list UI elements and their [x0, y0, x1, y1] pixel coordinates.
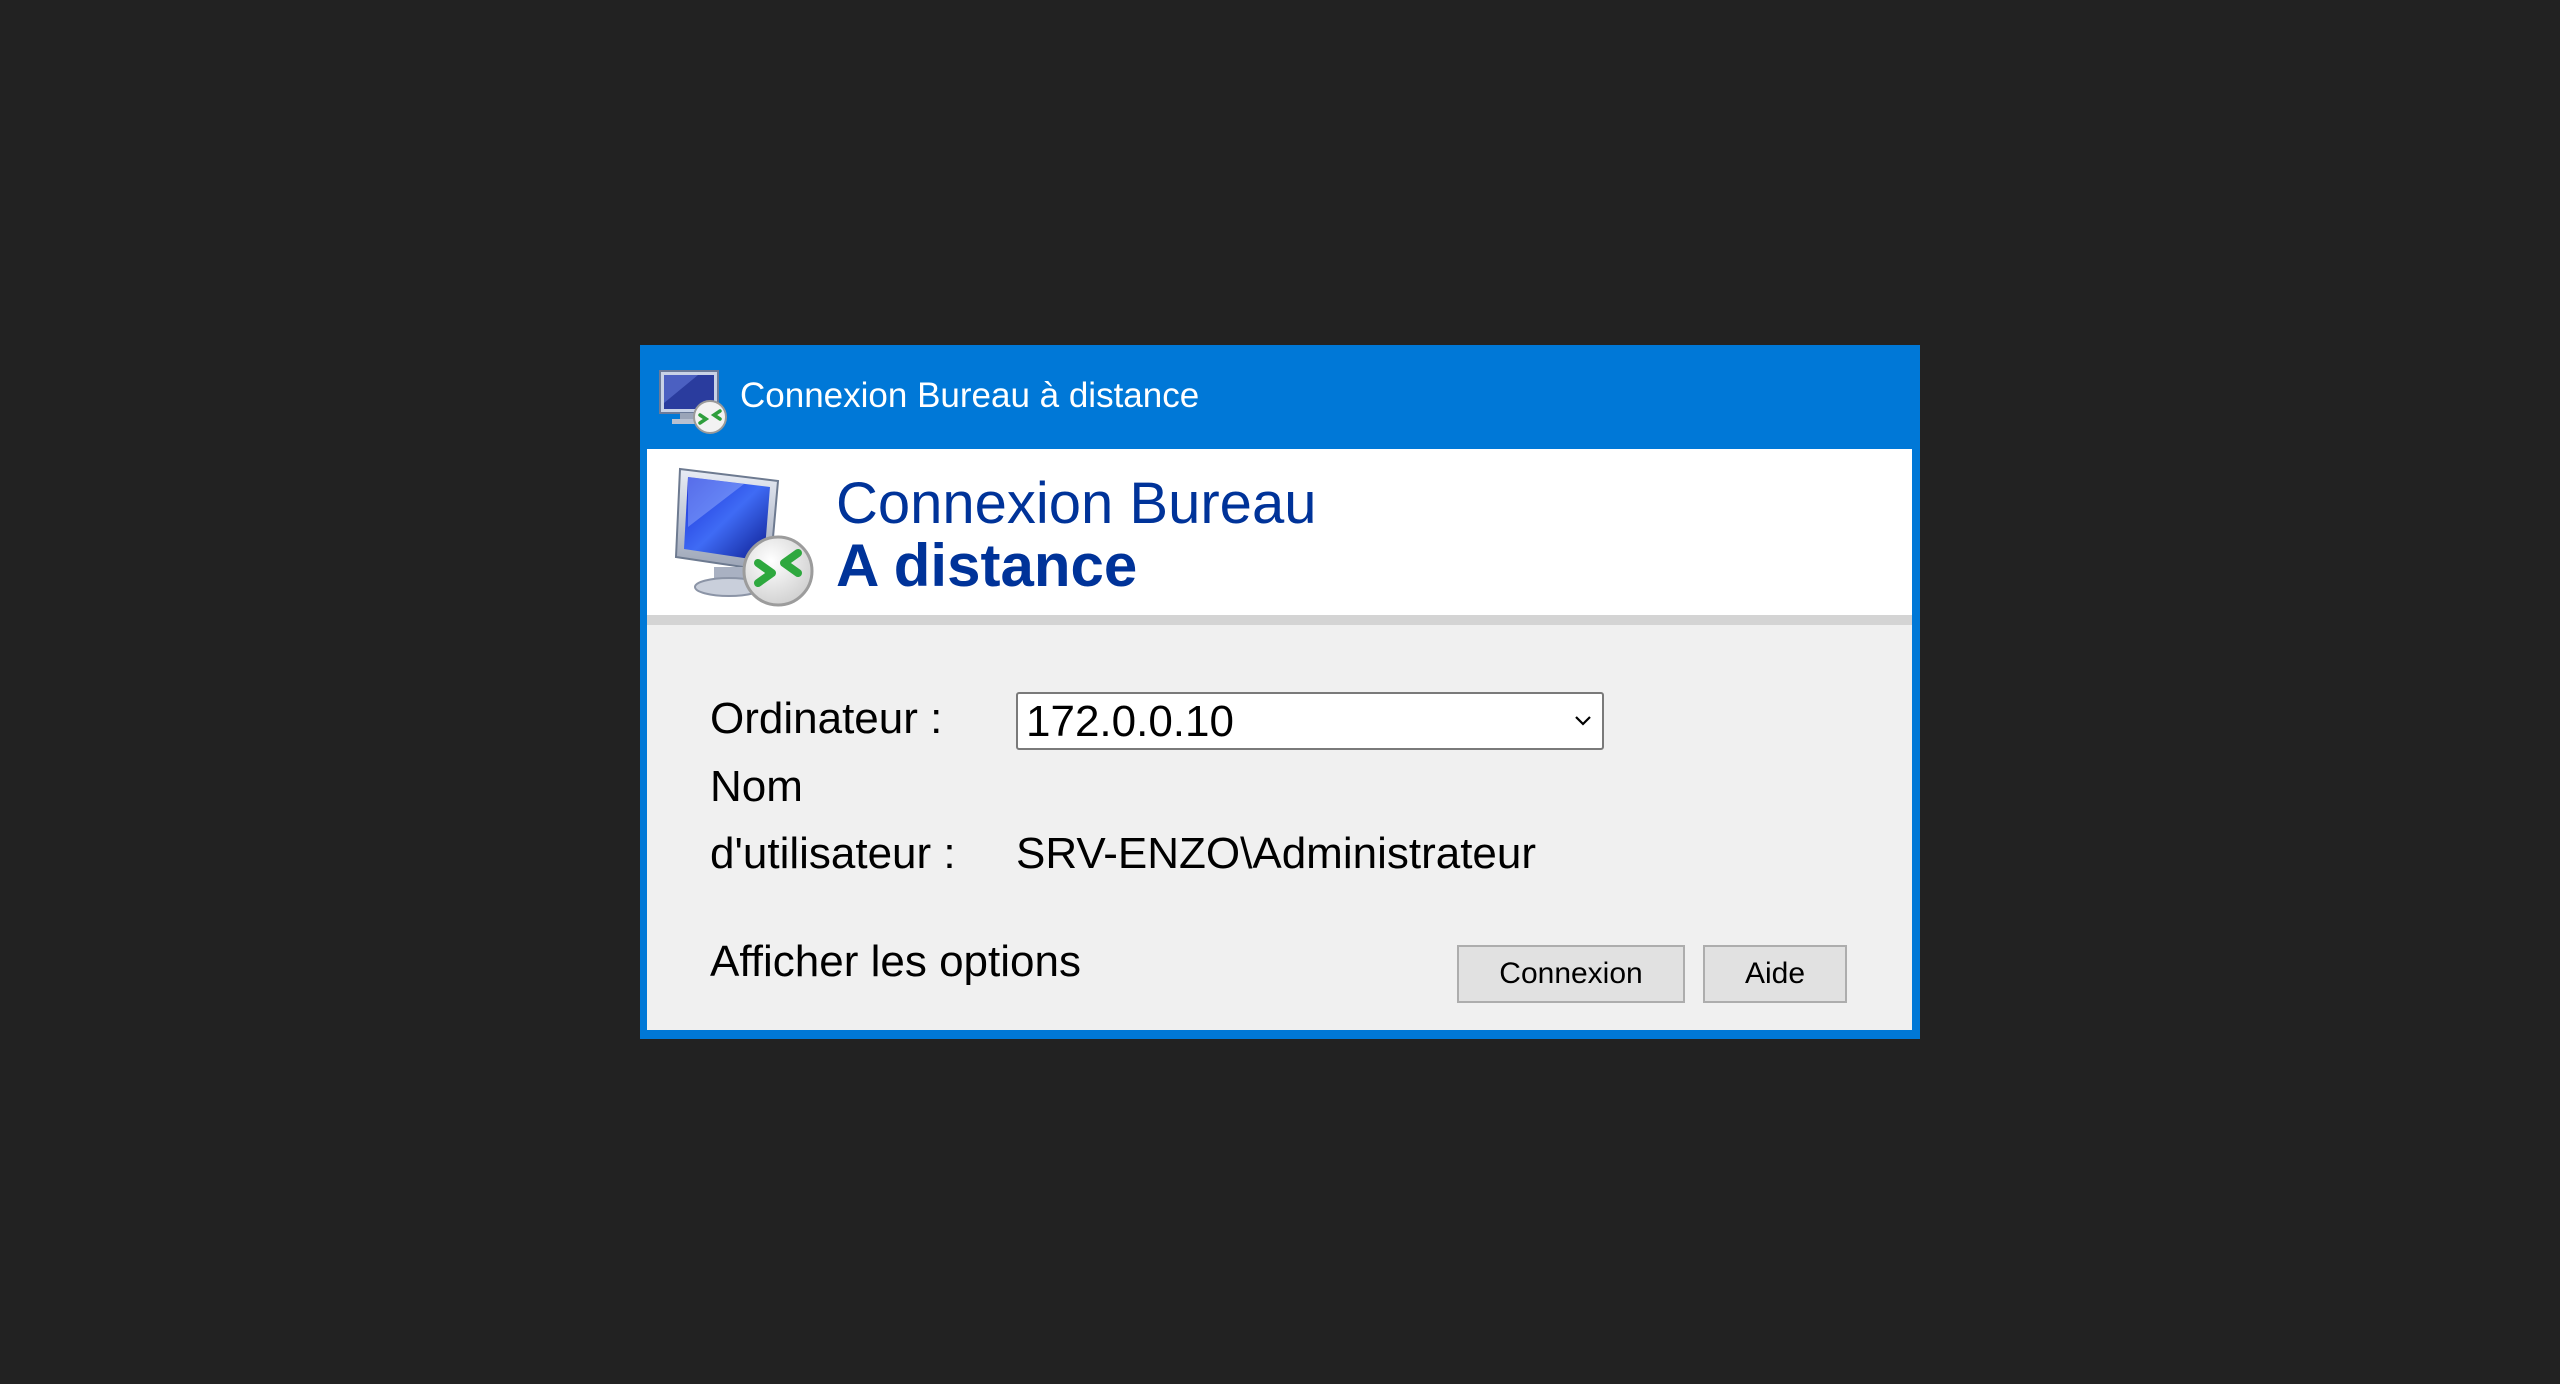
- help-button[interactable]: Aide: [1703, 945, 1847, 1003]
- username-label-line1: Nom: [710, 762, 803, 811]
- header-banner: Connexion Bureau A distance: [647, 449, 1912, 615]
- chevron-down-icon[interactable]: [1572, 709, 1594, 731]
- connection-form: Ordinateur : 172.0.0.10 Nom d'utilisateu…: [647, 625, 1912, 1030]
- username-label-line2: d'utilisateur :: [710, 829, 956, 878]
- header-divider: [647, 615, 1912, 625]
- connect-button[interactable]: Connexion: [1457, 945, 1685, 1003]
- computer-select[interactable]: 172.0.0.10: [1016, 692, 1604, 750]
- title-bar[interactable]: Connexion Bureau à distance: [640, 345, 1920, 449]
- show-options-link[interactable]: Afficher les options: [710, 936, 1081, 989]
- header-title-line2: A distance: [836, 532, 1138, 599]
- header-title-line1: Connexion Bureau: [836, 471, 1317, 536]
- username-value: SRV-ENZO\Administrateur: [1016, 829, 1537, 878]
- computer-label: Ordinateur :: [710, 694, 943, 743]
- window-title: Connexion Bureau à distance: [740, 376, 1200, 415]
- remote-desktop-icon: [674, 467, 814, 607]
- computer-select-value: 172.0.0.10: [1026, 697, 1234, 746]
- remote-desktop-dialog: Connexion Bureau à distance Connexion Bu…: [640, 345, 1920, 1039]
- remote-desktop-icon: [659, 370, 727, 434]
